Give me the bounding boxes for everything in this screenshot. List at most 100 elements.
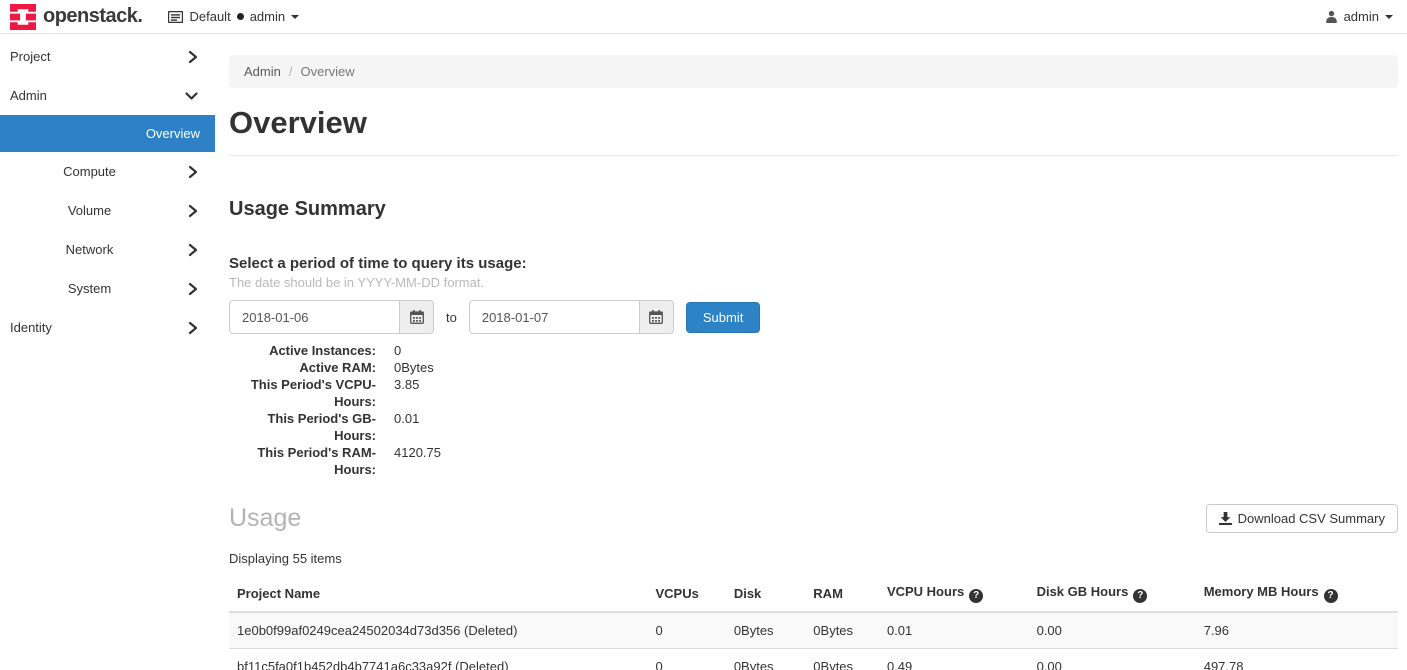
col-label: Disk GB Hours — [1037, 584, 1129, 599]
help-icon[interactable]: ? — [969, 589, 983, 603]
stat-vcpu-hours: This Period's VCPU-Hours: 3.85 — [229, 376, 1398, 410]
chevron-right-icon — [188, 165, 198, 178]
breadcrumb-current: Overview — [300, 64, 354, 79]
user-menu[interactable]: admin — [1319, 9, 1393, 24]
sidebar-item-label: Project — [10, 49, 50, 64]
chevron-right-icon — [188, 282, 198, 295]
stat-gb-hours: This Period's GB-Hours: 0.01 — [229, 410, 1398, 444]
col-vcpus: VCPUs — [648, 576, 726, 612]
stat-value: 3.85 — [394, 376, 419, 410]
cell-vcpu-hours: 0.01 — [879, 612, 1029, 649]
col-ram: RAM — [805, 576, 879, 612]
context-project: admin — [250, 9, 285, 24]
stat-active-instances: Active Instances: 0 — [229, 342, 1398, 359]
usage-summary-heading: Usage Summary — [229, 198, 1398, 221]
cell-memory-mb-hours: 7.96 — [1196, 612, 1398, 649]
sidebar-item-compute[interactable]: Compute — [0, 152, 215, 191]
date-format-hint: The date should be in YYYY-MM-DD format. — [229, 275, 1398, 290]
cell-memory-mb-hours: 497.78 — [1196, 648, 1398, 670]
cell-project-name: 1e0b0f99af0249cea24502034d73d356 (Delete… — [229, 612, 648, 649]
top-navbar: openstack. Default admin admin — [0, 0, 1407, 34]
date-to-input[interactable] — [469, 300, 640, 334]
cell-vcpus: 0 — [648, 648, 726, 670]
date-from-input[interactable] — [229, 300, 400, 334]
sidebar-item-label: Network — [0, 242, 179, 257]
to-label: to — [446, 310, 457, 325]
col-project-name: Project Name — [229, 576, 648, 612]
sidebar-item-identity[interactable]: Identity — [0, 308, 215, 347]
brand-text: openstack. — [43, 5, 142, 28]
table-row: bf11c5fa0f1b452db4b7741a6c33a92f (Delete… — [229, 648, 1398, 670]
calendar-icon[interactable] — [400, 300, 434, 334]
stat-value: 0 — [394, 342, 401, 359]
breadcrumb-admin-link[interactable]: Admin — [244, 64, 281, 79]
usage-table: Project Name VCPUs Disk RAM VCPU Hours? … — [229, 576, 1398, 670]
col-vcpu-hours: VCPU Hours? — [879, 576, 1029, 612]
chevron-down-icon — [185, 91, 198, 101]
stat-label: This Period's RAM-Hours: — [229, 444, 376, 478]
stat-label: This Period's GB-Hours: — [229, 410, 376, 444]
context-switcher[interactable]: Default admin — [168, 9, 305, 24]
title-divider — [229, 155, 1398, 156]
sidebar-item-label: Identity — [10, 320, 52, 335]
cell-vcpu-hours: 0.49 — [879, 648, 1029, 670]
sidebar-item-project[interactable]: Project — [0, 37, 215, 76]
date-range-prompt: Select a period of time to query its usa… — [229, 255, 1398, 272]
stat-label: Active RAM: — [229, 359, 376, 376]
help-icon[interactable]: ? — [1133, 589, 1147, 603]
stat-value: 0Bytes — [394, 359, 434, 376]
usage-stats: Active Instances: 0 Active RAM: 0Bytes T… — [229, 342, 1398, 478]
col-memory-mb-hours: Memory MB Hours? — [1196, 576, 1398, 612]
chevron-right-icon — [188, 243, 198, 256]
cell-disk: 0Bytes — [726, 648, 805, 670]
chevron-right-icon — [188, 204, 198, 217]
breadcrumb: Admin / Overview — [229, 55, 1398, 88]
openstack-logo-icon — [10, 4, 36, 30]
calendar-icon[interactable] — [640, 300, 674, 334]
date-to-group — [469, 300, 674, 334]
col-disk-gb-hours: Disk GB Hours? — [1029, 576, 1196, 612]
sidebar-item-label: Volume — [0, 203, 179, 218]
stat-label: Active Instances: — [229, 342, 376, 359]
cell-disk-gb-hours: 0.00 — [1029, 648, 1196, 670]
sidebar-item-label: Compute — [0, 164, 179, 179]
list-icon — [168, 11, 183, 23]
item-count: Displaying 55 items — [229, 551, 1398, 566]
stat-value: 0.01 — [394, 410, 419, 444]
table-row: 1e0b0f99af0249cea24502034d73d356 (Delete… — [229, 612, 1398, 649]
date-range-form: to Submit — [229, 300, 1398, 334]
chevron-right-icon — [188, 50, 198, 63]
cell-disk-gb-hours: 0.00 — [1029, 612, 1196, 649]
sidebar-item-network[interactable]: Network — [0, 230, 215, 269]
sidebar-item-overview[interactable]: Overview — [0, 115, 215, 152]
col-label: Memory MB Hours — [1204, 584, 1319, 599]
user-menu-label: admin — [1344, 9, 1379, 24]
cell-vcpus: 0 — [648, 612, 726, 649]
col-disk: Disk — [726, 576, 805, 612]
sidebar-item-system[interactable]: System — [0, 269, 215, 308]
breadcrumb-divider: / — [289, 64, 293, 79]
table-header-row: Project Name VCPUs Disk RAM VCPU Hours? … — [229, 576, 1398, 612]
page-title: Overview — [229, 105, 1398, 141]
stat-active-ram: Active RAM: 0Bytes — [229, 359, 1398, 376]
sidebar-item-volume[interactable]: Volume — [0, 191, 215, 230]
brand[interactable]: openstack. — [10, 4, 142, 30]
usage-table-heading: Usage — [229, 504, 301, 533]
cell-project-name: bf11c5fa0f1b452db4b7741a6c33a92f (Delete… — [229, 648, 648, 670]
context-domain: Default — [189, 9, 230, 24]
sidebar-item-label: Admin — [10, 88, 47, 103]
help-icon[interactable]: ? — [1324, 589, 1338, 603]
download-icon — [1219, 512, 1232, 525]
stat-label: This Period's VCPU-Hours: — [229, 376, 376, 410]
context-separator-dot — [237, 13, 244, 20]
cell-ram: 0Bytes — [805, 612, 879, 649]
sidebar-item-admin[interactable]: Admin — [0, 76, 215, 115]
sidebar-item-label: System — [0, 281, 179, 296]
download-csv-label: Download CSV Summary — [1238, 511, 1385, 526]
cell-ram: 0Bytes — [805, 648, 879, 670]
download-csv-button[interactable]: Download CSV Summary — [1206, 504, 1398, 533]
submit-button[interactable]: Submit — [686, 302, 760, 333]
caret-down-icon — [1385, 15, 1393, 19]
date-from-group — [229, 300, 434, 334]
main-content: Admin / Overview Overview Usage Summary … — [215, 34, 1407, 669]
